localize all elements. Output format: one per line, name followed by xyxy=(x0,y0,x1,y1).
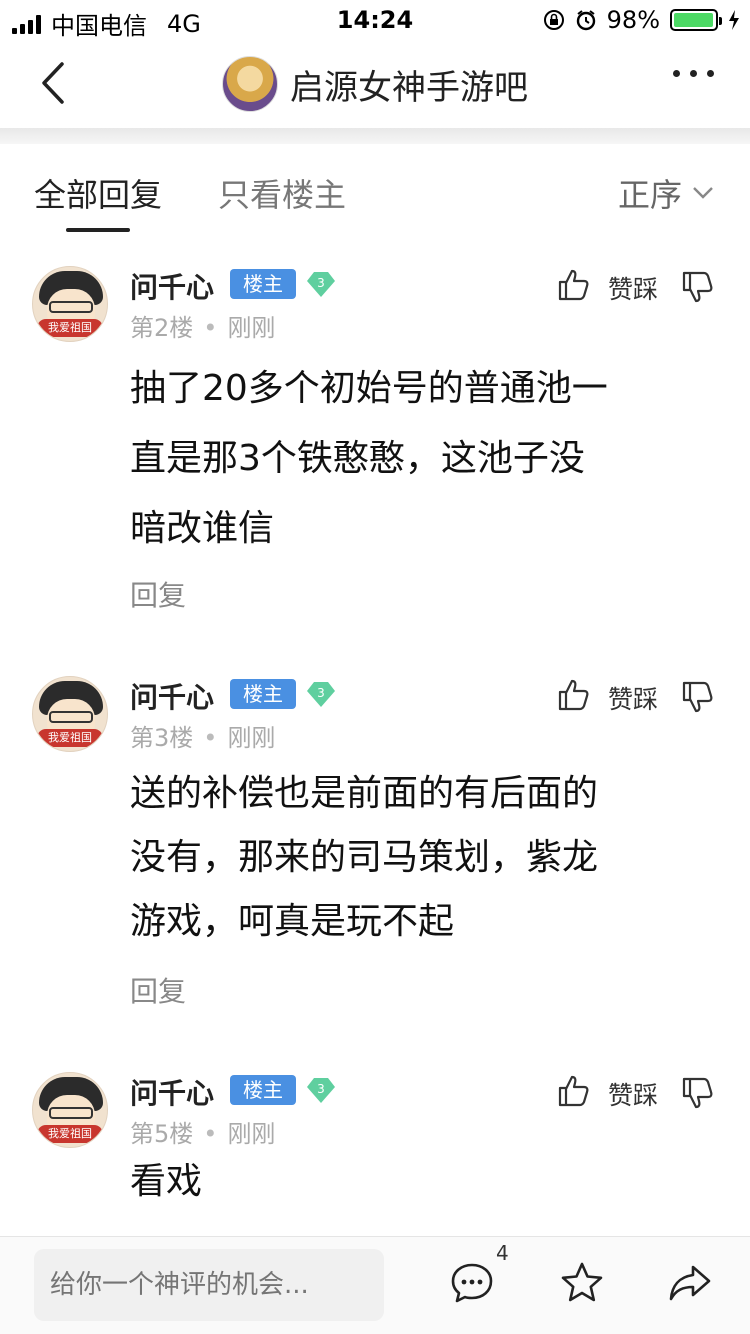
vote-label: 赞踩 xyxy=(608,275,659,304)
level-badge-icon: 3 xyxy=(307,1078,335,1103)
content-line: 抽了20多个初始号的普通池一 xyxy=(130,368,608,409)
post-item: 我爱祖国 问千心 楼主 3 第3楼 • 刚刚 赞踩 送的补偿也是前面的有后面的 没有… xyxy=(0,676,750,1036)
thumbs-down-icon[interactable] xyxy=(680,680,714,714)
thumbs-up-icon[interactable] xyxy=(556,1074,590,1108)
avatar[interactable]: 我爱祖国 xyxy=(32,676,108,752)
battery-icon xyxy=(670,9,722,31)
post-content: 看戏 xyxy=(130,1154,710,1210)
avatar-ribbon: 我爱祖国 xyxy=(37,729,103,747)
level-number: 3 xyxy=(317,1082,325,1096)
post-item: 我爱祖国 问千心 楼主 3 第2楼 • 刚刚 赞踩 抽了20多个初始号的普通池一 直… xyxy=(0,266,750,626)
content-line: 直是那3个铁憨憨，这池子没 xyxy=(130,438,585,479)
sort-label: 正序 xyxy=(617,176,682,214)
floor-number: 第3楼 xyxy=(130,724,194,752)
more-icon[interactable] xyxy=(673,70,714,77)
thumbs-down-icon[interactable] xyxy=(680,270,714,304)
tab-active-indicator xyxy=(66,228,130,232)
avatar-ribbon: 我爱祖国 xyxy=(37,319,103,337)
owner-badge: 楼主 xyxy=(230,269,296,299)
star-icon[interactable] xyxy=(560,1261,604,1305)
vote-label: 赞踩 xyxy=(608,1081,659,1110)
forum-avatar[interactable] xyxy=(222,56,278,112)
owner-badge: 楼主 xyxy=(230,1075,296,1105)
tab-owner-only[interactable]: 只看楼主 xyxy=(218,170,346,216)
content-line: 没有，那来的司马策划，紫龙 xyxy=(130,837,599,878)
post-time: 刚刚 xyxy=(227,1120,276,1148)
content-line: 暗改谁信 xyxy=(130,508,275,549)
sort-dropdown[interactable]: 正序 xyxy=(618,170,714,216)
status-bar: 中国电信 4G 14:24 98% xyxy=(0,0,750,40)
content-line: 游戏，呵真是玩不起 xyxy=(130,901,455,942)
comment-count: 4 xyxy=(496,1241,509,1265)
nav-bar: 启源女神手游吧 xyxy=(0,40,750,130)
rotation-lock-icon xyxy=(543,10,564,30)
post-content: 抽了20多个初始号的普通池一 直是那3个铁憨憨，这池子没 暗改谁信 xyxy=(130,354,710,564)
forum-title[interactable]: 启源女神手游吧 xyxy=(290,60,528,109)
avatar[interactable]: 我爱祖国 xyxy=(32,266,108,342)
battery-fill xyxy=(674,13,714,27)
post-content: 送的补偿也是前面的有后面的 没有，那来的司马策划，紫龙 游戏，呵真是玩不起 xyxy=(130,762,710,954)
status-right: 98% xyxy=(543,6,740,34)
reply-button[interactable]: 回复 xyxy=(130,970,186,1010)
floor-number: 第2楼 xyxy=(130,314,194,342)
bottom-bar: 4 xyxy=(0,1236,750,1334)
content-line: 看戏 xyxy=(130,1161,203,1202)
share-icon[interactable] xyxy=(668,1261,712,1305)
thumbs-up-icon[interactable] xyxy=(556,268,590,302)
comment-icon[interactable] xyxy=(450,1261,494,1305)
level-number: 3 xyxy=(317,276,325,290)
level-badge-icon: 3 xyxy=(307,272,335,297)
thumbs-up-icon[interactable] xyxy=(556,678,590,712)
battery-percent: 98% xyxy=(606,6,660,34)
post-time: 刚刚 xyxy=(227,314,276,342)
alarm-icon xyxy=(576,10,595,31)
post-time: 刚刚 xyxy=(227,724,276,752)
post-meta: 第3楼 • 刚刚 xyxy=(130,724,276,752)
floor-number: 第5楼 xyxy=(130,1120,194,1148)
avatar[interactable]: 我爱祖国 xyxy=(32,1072,108,1148)
owner-badge: 楼主 xyxy=(230,679,296,709)
post-meta: 第2楼 • 刚刚 xyxy=(130,314,276,342)
chevron-down-icon xyxy=(693,187,713,199)
tab-all-replies[interactable]: 全部回复 xyxy=(34,170,162,216)
header-divider xyxy=(0,128,750,144)
vote-label: 赞踩 xyxy=(608,685,659,714)
level-number: 3 xyxy=(317,686,325,700)
content-line: 送的补偿也是前面的有后面的 xyxy=(130,773,599,814)
thumbs-down-icon[interactable] xyxy=(680,1076,714,1110)
username[interactable]: 问千心 xyxy=(130,676,214,716)
username[interactable]: 问千心 xyxy=(130,266,214,306)
forum-header[interactable]: 启源女神手游吧 xyxy=(0,56,750,112)
post-meta: 第5楼 • 刚刚 xyxy=(130,1120,276,1148)
reply-tabs: 全部回复 只看楼主 正序 xyxy=(0,150,750,240)
charging-icon xyxy=(729,10,739,30)
post-item: 我爱祖国 问千心 楼主 3 第5楼 • 刚刚 赞踩 看戏 xyxy=(0,1072,750,1232)
reply-button[interactable]: 回复 xyxy=(130,574,186,614)
username[interactable]: 问千心 xyxy=(130,1072,214,1112)
level-badge-icon: 3 xyxy=(307,682,335,707)
avatar-ribbon: 我爱祖国 xyxy=(37,1125,103,1143)
comment-input[interactable] xyxy=(34,1249,384,1321)
